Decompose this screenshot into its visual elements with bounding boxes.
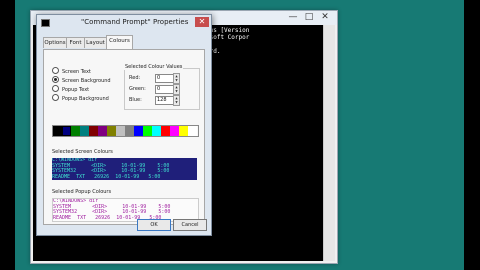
tab-colours[interactable]: Colours: [106, 35, 133, 49]
radio-button[interactable]: [52, 94, 59, 101]
properties-dialog[interactable]: "Command Prompt" Properties ✕ Options Fo…: [36, 14, 212, 236]
colour-swatch[interactable]: [152, 126, 161, 136]
colour-swatch[interactable]: [107, 126, 116, 136]
close-icon[interactable]: ✕: [319, 12, 331, 23]
red-label: Red:: [129, 75, 141, 81]
radio-label: Popup Background: [62, 96, 109, 102]
colour-swatch[interactable]: [62, 126, 71, 136]
colour-swatch[interactable]: [89, 126, 98, 136]
radio-button-selected[interactable]: [52, 76, 59, 83]
blue-field[interactable]: 128: [155, 96, 174, 105]
radio-popup-text[interactable]: Popup Text: [52, 85, 90, 94]
radio-label: Screen Background: [62, 78, 111, 84]
colour-swatch[interactable]: [53, 126, 62, 136]
radio-screen-text[interactable]: Screen Text: [52, 67, 91, 76]
colour-swatch[interactable]: [143, 126, 152, 136]
colour-swatch[interactable]: [80, 126, 89, 136]
green-field[interactable]: 0: [155, 85, 174, 94]
radio-label: Screen Text: [62, 69, 91, 75]
blue-spinner[interactable]: ▲ ▼: [173, 95, 180, 106]
green-label: Green:: [129, 86, 146, 92]
cancel-button[interactable]: Cancel: [173, 219, 207, 231]
colour-swatch[interactable]: [179, 126, 188, 136]
colour-swatch[interactable]: [125, 126, 134, 136]
selected-popup-colours-label: Selected Popup Colours: [52, 189, 112, 195]
console-scrollbar[interactable]: [323, 25, 335, 261]
console-text: ows [Version osoft Corpor ord.: [206, 27, 250, 55]
selected-screen-colours-label: Selected Screen Colours: [52, 149, 113, 155]
red-spinner[interactable]: ▲ ▼: [173, 73, 180, 84]
colour-palette: [52, 125, 199, 137]
colours-panel: Screen Text Screen Background Popup Text…: [43, 49, 205, 225]
left-letterbox: [0, 0, 15, 270]
radio-popup-background[interactable]: Popup Background: [52, 94, 109, 103]
dialog-titlebar[interactable]: "Command Prompt" Properties ✕: [37, 15, 211, 31]
tab-font[interactable]: Font: [66, 37, 85, 48]
minimize-icon[interactable]: —: [287, 12, 299, 23]
selected-colour-values-group: Red: 0 ▲ ▼ Green: 0 ▲ ▼ Blue: 128 ▲ ▼: [124, 68, 200, 110]
ok-button[interactable]: OK: [137, 219, 171, 231]
blue-label: Blue:: [129, 97, 142, 103]
tab-layout[interactable]: Layout: [84, 37, 107, 48]
colour-swatch[interactable]: [98, 126, 107, 136]
selected-colour-values-label: Selected Colour Values: [124, 64, 184, 70]
red-field[interactable]: 0: [155, 74, 174, 83]
dialog-title: "Command Prompt" Properties: [81, 18, 189, 26]
colour-swatch[interactable]: [170, 126, 179, 136]
radio-screen-background[interactable]: Screen Background: [52, 76, 111, 85]
radio-label: Popup Text: [62, 87, 90, 93]
colour-swatch[interactable]: [116, 126, 125, 136]
tab-options[interactable]: Options: [43, 37, 67, 48]
console-app-icon: [41, 19, 50, 27]
colour-swatch[interactable]: [134, 126, 143, 136]
dialog-close-button[interactable]: ✕: [195, 17, 209, 27]
screen-colours-preview: C:\WINDOWS> dir SYSTEM <DIR> 10-01-99 5:…: [52, 158, 197, 180]
maximize-icon[interactable]: □: [303, 12, 315, 23]
radio-button[interactable]: [52, 67, 59, 74]
colour-swatch[interactable]: [71, 126, 80, 136]
green-spinner[interactable]: ▲ ▼: [173, 84, 180, 95]
right-letterbox: [464, 0, 480, 270]
colour-swatch[interactable]: [161, 126, 170, 136]
radio-button[interactable]: [52, 85, 59, 92]
colour-swatch[interactable]: [188, 126, 197, 136]
